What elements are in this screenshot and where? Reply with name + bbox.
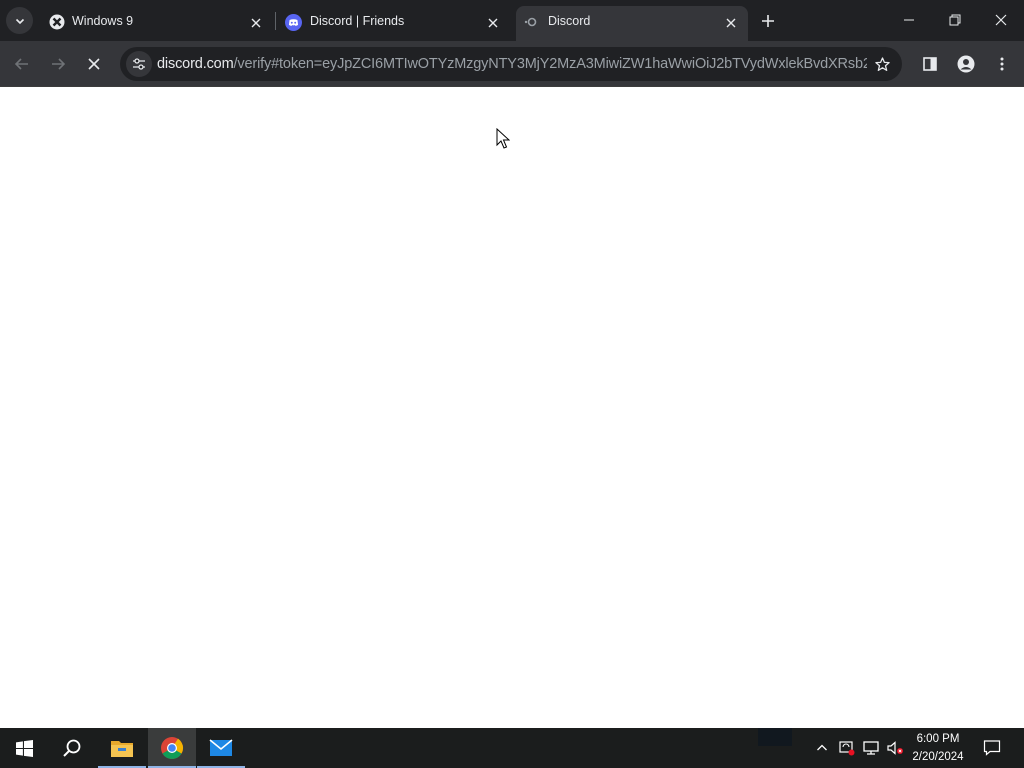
page-viewport[interactable] <box>0 87 1024 728</box>
restore-icon <box>949 14 961 26</box>
show-hidden-icons-button[interactable] <box>812 728 832 768</box>
new-tab-button[interactable] <box>757 10 779 32</box>
tune-icon <box>133 58 145 70</box>
arrow-left-icon <box>14 58 28 70</box>
taskbar-clock[interactable]: 6:00 PM 2/20/2024 <box>906 730 970 766</box>
clock-date: 2/20/2024 <box>912 751 964 763</box>
minimize-button[interactable] <box>886 0 932 40</box>
browser-toolbar: discord.com/verify#token=eyJpZCI6MTIwOTY… <box>0 41 1024 87</box>
search-icon <box>63 739 81 757</box>
taskbar-mail[interactable] <box>197 728 245 768</box>
notification-icon <box>983 740 1001 756</box>
chevron-up-icon <box>817 744 827 751</box>
tab-discord-active[interactable]: Discord <box>516 6 748 41</box>
taskbar-file-explorer[interactable] <box>98 728 146 768</box>
tray-app-icon[interactable] <box>836 728 858 768</box>
url-text[interactable]: discord.com/verify#token=eyJpZCI6MTIwOTY… <box>157 56 867 72</box>
tab-separator <box>275 12 276 30</box>
chrome-icon <box>161 737 183 759</box>
windows-update-icon <box>839 741 855 756</box>
browser-menu-button[interactable] <box>990 52 1014 76</box>
tab-title: Discord <box>548 14 591 28</box>
browser-title-bar: Windows 9 Discord | Friends Discord <box>0 0 1024 41</box>
side-panel-button[interactable] <box>918 52 942 76</box>
network-button[interactable] <box>860 728 882 768</box>
forward-button[interactable] <box>44 50 72 78</box>
windows9-x-icon <box>49 14 65 33</box>
tab-title: Discord | Friends <box>310 14 405 28</box>
url-host: discord.com <box>157 56 234 72</box>
address-bar[interactable]: discord.com/verify#token=eyJpZCI6MTIwOTY… <box>120 47 902 81</box>
close-window-button[interactable] <box>978 0 1024 40</box>
clock-time: 6:00 PM <box>916 733 960 745</box>
side-panel-icon <box>923 57 937 71</box>
star-icon <box>874 56 890 71</box>
avatar-icon <box>957 55 975 73</box>
close-tab-icon[interactable] <box>484 14 502 32</box>
action-center-button[interactable] <box>978 728 1006 768</box>
start-button[interactable] <box>0 728 48 768</box>
search-button[interactable] <box>48 728 96 768</box>
tab-discord-friends[interactable]: Discord | Friends <box>278 6 510 41</box>
site-info-button[interactable] <box>126 51 152 77</box>
plus-icon <box>762 15 774 27</box>
url-path: /verify#token=eyJpZCI6MTIwOTYzMzgyNTY3Mj… <box>233 56 867 72</box>
back-button[interactable] <box>8 50 36 78</box>
tab-windows9[interactable]: Windows 9 <box>40 6 272 41</box>
tab-title: Windows 9 <box>72 14 134 28</box>
more-vert-icon <box>1000 57 1004 71</box>
close-tab-icon[interactable] <box>247 14 265 32</box>
stop-loading-button[interactable] <box>80 50 108 78</box>
loading-icon <box>523 14 539 33</box>
tab-search-button[interactable] <box>6 7 33 34</box>
profile-button[interactable] <box>954 52 978 76</box>
volume-button[interactable] <box>884 728 906 768</box>
volume-muted-icon <box>887 741 903 755</box>
start-icon <box>15 739 33 757</box>
mail-icon <box>209 739 233 756</box>
file-explorer-icon <box>111 741 133 757</box>
discord-icon <box>285 14 302 34</box>
close-icon <box>995 14 1007 26</box>
close-tab-icon[interactable] <box>722 14 740 32</box>
arrow-right-icon <box>52 58 66 70</box>
taskbar-chrome[interactable] <box>148 728 196 768</box>
mouse-cursor-icon <box>496 127 511 155</box>
minimize-icon <box>904 19 914 21</box>
close-icon <box>88 58 100 70</box>
network-icon <box>863 741 879 755</box>
windows-taskbar: 6:00 PM 2/20/2024 <box>0 728 1024 768</box>
chevron-down-icon <box>15 18 24 24</box>
bookmark-star-button[interactable] <box>872 54 892 74</box>
restore-button[interactable] <box>932 0 978 40</box>
taskbar-shadow-block <box>758 728 792 746</box>
